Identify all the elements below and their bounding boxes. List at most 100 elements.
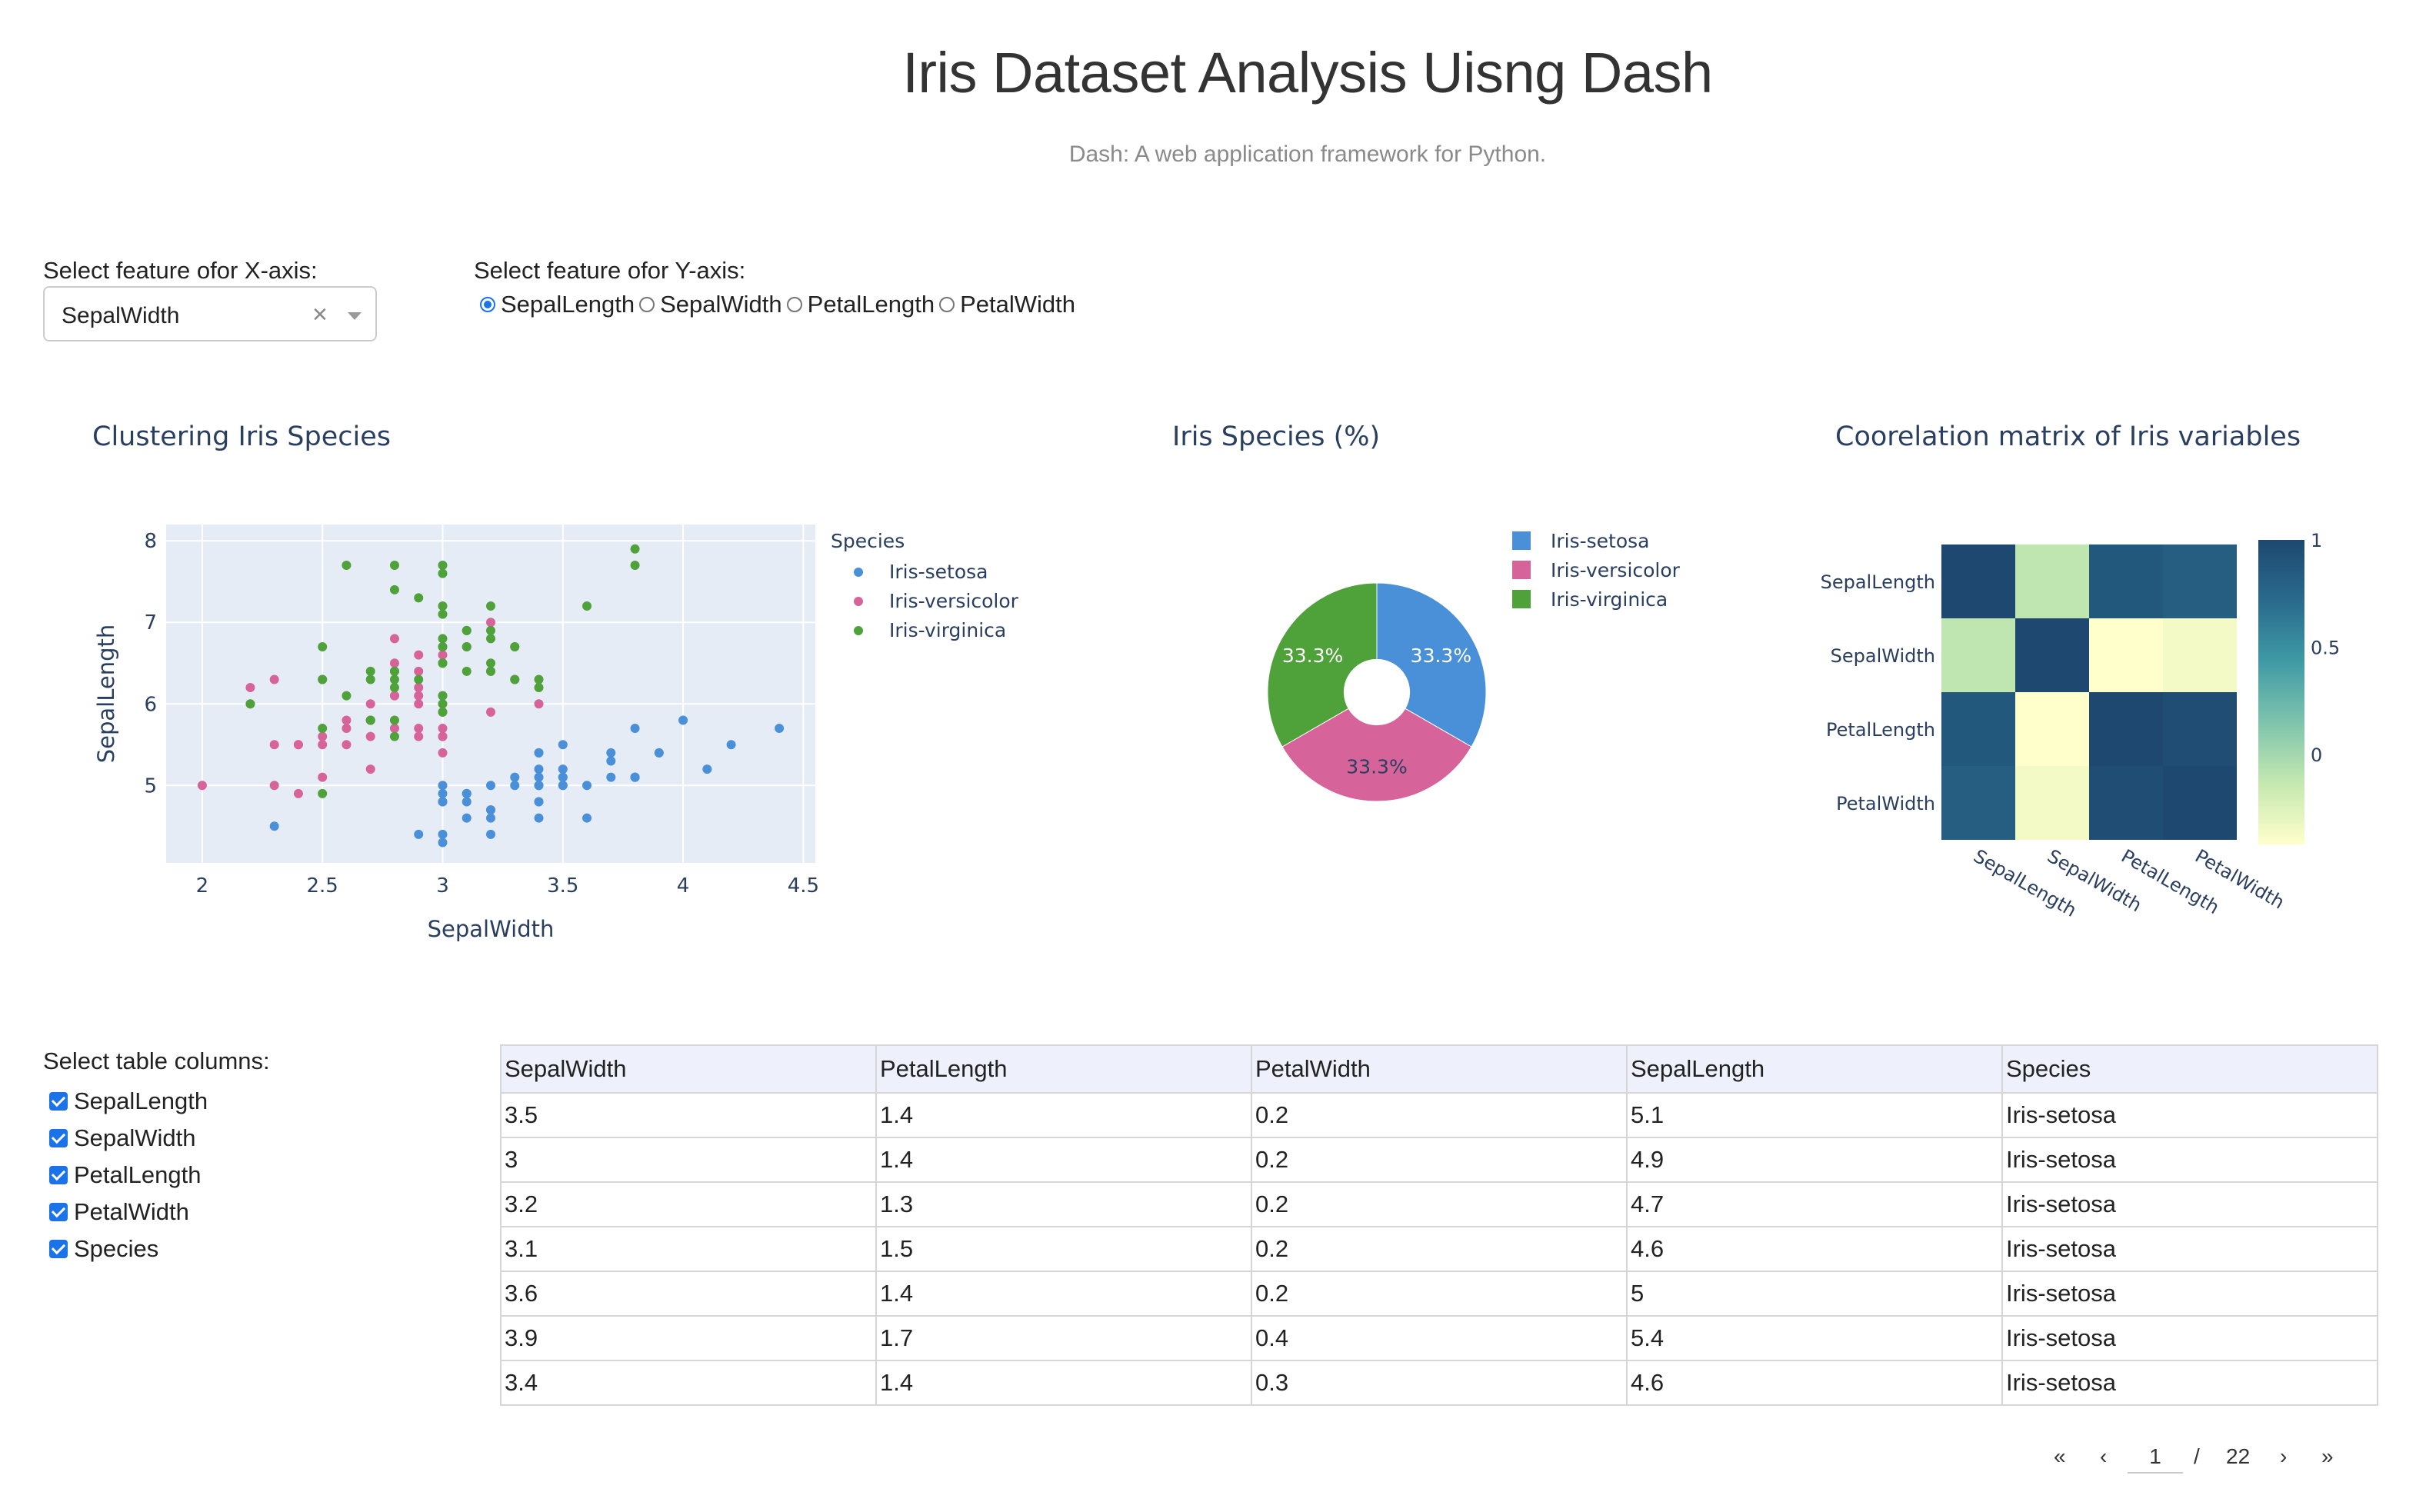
data-point bbox=[342, 724, 352, 734]
table-cell[interactable]: 0.2 bbox=[1251, 1226, 1628, 1272]
row-label: PetalWidth bbox=[1836, 793, 1935, 814]
table-cell[interactable]: 0.2 bbox=[1251, 1092, 1628, 1138]
data-point bbox=[318, 788, 328, 798]
table-cell[interactable]: 5 bbox=[1626, 1271, 2003, 1317]
table-cell[interactable]: 3.4 bbox=[500, 1360, 877, 1406]
x-axis-dropdown[interactable]: SepalWidth × bbox=[43, 286, 377, 341]
radio-button[interactable] bbox=[639, 297, 655, 312]
radio-sepalwidth[interactable]: SepalWidth bbox=[639, 291, 782, 318]
table-cell[interactable]: Iris-setosa bbox=[2001, 1181, 2378, 1227]
pie-chart[interactable]: 33.3% 33.3% 33.3% Iris-setosa Iris-versicolo… bbox=[1231, 508, 1769, 846]
heatmap-cell bbox=[2163, 766, 2237, 840]
clear-icon[interactable]: × bbox=[312, 300, 328, 330]
table-cell[interactable]: 0.4 bbox=[1251, 1315, 1628, 1361]
current-page-input[interactable]: 1 bbox=[2128, 1444, 2183, 1474]
row-label: PetalLength bbox=[1826, 719, 1935, 741]
table-cell[interactable]: 1.4 bbox=[875, 1360, 1252, 1406]
table-cell[interactable]: 1.5 bbox=[875, 1226, 1252, 1272]
last-page-button[interactable]: » bbox=[2321, 1444, 2334, 1469]
radio-label: SepalLength bbox=[501, 291, 635, 318]
table-cell[interactable]: Iris-setosa bbox=[2001, 1092, 2378, 1138]
checkbox-sepallength[interactable]: SepalLength bbox=[49, 1083, 208, 1120]
table-cell[interactable]: 1.7 bbox=[875, 1315, 1252, 1361]
data-point bbox=[534, 813, 544, 823]
table-cell[interactable]: 5.1 bbox=[1626, 1092, 2003, 1138]
heatmap-cell bbox=[1941, 692, 2015, 766]
data-point bbox=[630, 724, 640, 734]
radio-petallength[interactable]: PetalLength bbox=[786, 291, 935, 318]
checkbox-sepalwidth[interactable]: SepalWidth bbox=[49, 1120, 208, 1157]
table-cell[interactable]: 4.6 bbox=[1626, 1360, 2003, 1406]
chevron-down-icon[interactable] bbox=[348, 312, 362, 320]
table-cell[interactable]: 4.7 bbox=[1626, 1181, 2003, 1227]
table-row: 3.2 1.3 0.2 4.7 Iris-setosa bbox=[500, 1181, 2378, 1227]
checkbox-checked[interactable] bbox=[49, 1203, 68, 1221]
table-cell[interactable]: 3.5 bbox=[500, 1092, 877, 1138]
table-cell[interactable]: 0.2 bbox=[1251, 1137, 1628, 1183]
data-point bbox=[389, 584, 399, 594]
first-page-button[interactable]: « bbox=[2054, 1444, 2066, 1469]
radio-sepallength[interactable]: SepalLength bbox=[480, 291, 635, 318]
data-table: SepalWidth PetalLength PetalWidth SepalL… bbox=[500, 1044, 2378, 1406]
heatmap-chart[interactable]: SepalLength SepalWidth PetalLength PetalWid… bbox=[1800, 508, 2400, 938]
table-cell[interactable]: 4.9 bbox=[1626, 1137, 2003, 1183]
table-cell[interactable]: 3.6 bbox=[500, 1271, 877, 1317]
table-cell[interactable]: 3.2 bbox=[500, 1181, 877, 1227]
table-cell[interactable]: 3 bbox=[500, 1137, 877, 1183]
data-point bbox=[389, 561, 399, 571]
table-cell[interactable]: 1.3 bbox=[875, 1181, 1252, 1227]
table-cell[interactable]: 0.2 bbox=[1251, 1181, 1628, 1227]
x-axis-label: Select feature ofor X-axis: bbox=[43, 257, 318, 284]
data-point bbox=[438, 658, 448, 668]
data-point bbox=[438, 838, 448, 848]
checkbox-checked[interactable] bbox=[49, 1129, 68, 1147]
data-point bbox=[438, 788, 448, 798]
scatter-chart[interactable]: 2 2.5 3 3.5 4 4.5 5 6 7 8 SepalWidth SepalLength Spe… bbox=[77, 508, 1077, 954]
column-header[interactable]: SepalWidth bbox=[500, 1044, 877, 1094]
data-point bbox=[486, 813, 495, 823]
table-cell[interactable]: Iris-setosa bbox=[2001, 1226, 2378, 1272]
table-cell[interactable]: 1.4 bbox=[875, 1092, 1252, 1138]
y-tick-label: 8 bbox=[144, 530, 157, 553]
radio-button[interactable] bbox=[939, 297, 955, 312]
table-cell[interactable]: Iris-setosa bbox=[2001, 1360, 2378, 1406]
table-cell[interactable]: 0.3 bbox=[1251, 1360, 1628, 1406]
radio-button[interactable] bbox=[786, 297, 802, 312]
table-cell[interactable]: 1.4 bbox=[875, 1271, 1252, 1317]
radio-button[interactable] bbox=[480, 297, 495, 312]
heatmap-cell bbox=[2163, 618, 2237, 692]
table-row: 3 1.4 0.2 4.9 Iris-setosa bbox=[500, 1137, 2378, 1183]
data-point bbox=[462, 797, 472, 807]
heatmap-cell bbox=[1941, 545, 2015, 618]
checkbox-species[interactable]: Species bbox=[49, 1231, 208, 1267]
table-cell[interactable]: 3.9 bbox=[500, 1315, 877, 1361]
checkbox-petalwidth[interactable]: PetalWidth bbox=[49, 1194, 208, 1231]
table-cell[interactable]: Iris-setosa bbox=[2001, 1271, 2378, 1317]
data-point bbox=[414, 699, 424, 709]
column-header[interactable]: PetalWidth bbox=[1251, 1044, 1628, 1094]
previous-page-button[interactable]: ‹ bbox=[2100, 1444, 2107, 1469]
table-cell[interactable]: 4.6 bbox=[1626, 1226, 2003, 1272]
data-point bbox=[269, 821, 279, 831]
next-page-button[interactable]: › bbox=[2280, 1444, 2287, 1469]
table-cell[interactable]: Iris-setosa bbox=[2001, 1137, 2378, 1183]
data-point bbox=[414, 650, 424, 660]
table-cell[interactable]: 3.1 bbox=[500, 1226, 877, 1272]
column-header[interactable]: SepalLength bbox=[1626, 1044, 2003, 1094]
data-point bbox=[582, 781, 592, 791]
column-header[interactable]: PetalLength bbox=[875, 1044, 1252, 1094]
radio-petalwidth[interactable]: PetalWidth bbox=[939, 291, 1075, 318]
checkbox-checked[interactable] bbox=[49, 1240, 68, 1258]
checkbox-checked[interactable] bbox=[49, 1166, 68, 1184]
checkbox-label: PetalWidth bbox=[74, 1198, 189, 1225]
checkbox-petallength[interactable]: PetalLength bbox=[49, 1157, 208, 1194]
table-cell[interactable]: 1.4 bbox=[875, 1137, 1252, 1183]
column-header[interactable]: Species bbox=[2001, 1044, 2378, 1094]
table-cell[interactable]: 0.2 bbox=[1251, 1271, 1628, 1317]
checkbox-label: Species bbox=[74, 1235, 159, 1262]
table-cell[interactable]: 5.4 bbox=[1626, 1315, 2003, 1361]
checkbox-checked[interactable] bbox=[49, 1092, 68, 1111]
data-point bbox=[365, 731, 375, 741]
data-point bbox=[534, 781, 544, 791]
table-cell[interactable]: Iris-setosa bbox=[2001, 1315, 2378, 1361]
